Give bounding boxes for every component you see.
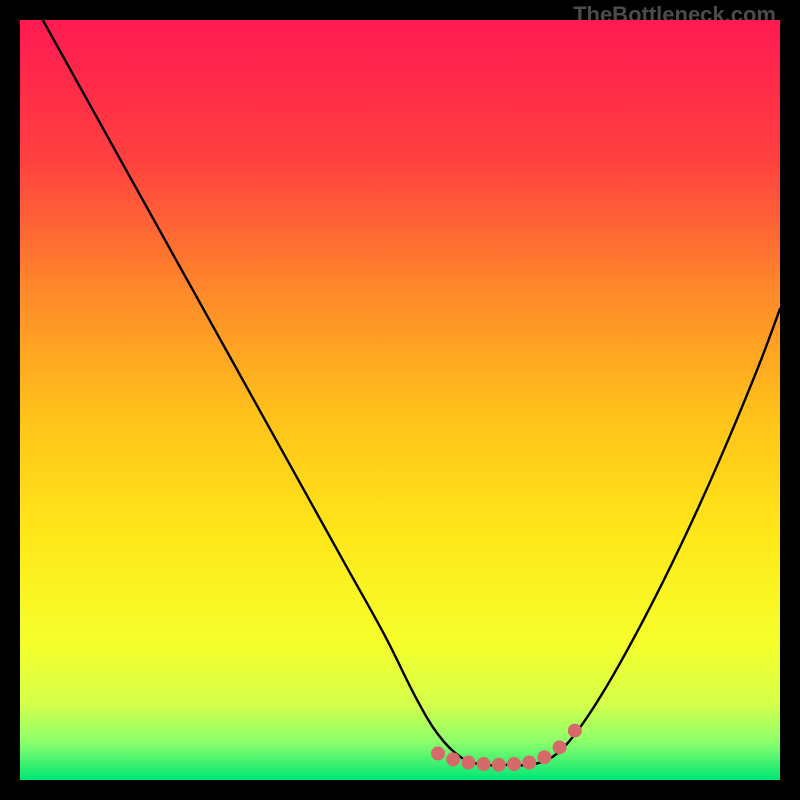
- curve-layer: [20, 20, 780, 780]
- marker-dot: [553, 740, 567, 754]
- marker-dot: [522, 756, 536, 770]
- chart-frame: TheBottleneck.com: [0, 0, 800, 800]
- marker-dot: [537, 750, 551, 764]
- plot-area: [20, 20, 780, 780]
- marker-dot: [492, 758, 506, 772]
- marker-dot: [507, 757, 521, 771]
- bottleneck-curve: [43, 20, 780, 765]
- marker-dot: [431, 746, 445, 760]
- marker-dot: [446, 752, 460, 766]
- marker-dot: [461, 756, 475, 770]
- marker-dot: [477, 757, 491, 771]
- marker-dot: [568, 724, 582, 738]
